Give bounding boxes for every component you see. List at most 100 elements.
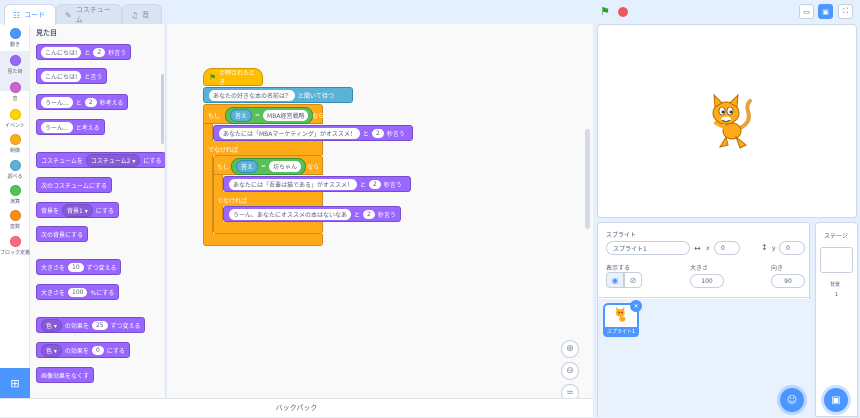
size-field[interactable]: 100 <box>690 274 724 288</box>
secs-input[interactable]: 2 <box>371 128 384 138</box>
small-stage-button[interactable]: ▭ <box>799 4 814 19</box>
green-flag-button[interactable]: ⚑ <box>600 5 610 18</box>
cat-sprite[interactable] <box>708 93 754 151</box>
palette-block-say-for-secs[interactable]: こんにちは! と 2 秒言う <box>36 44 132 60</box>
hide-button[interactable]: ⊘ <box>624 272 642 288</box>
when-flag-clicked-block[interactable]: ⚑ が押されたとき <box>203 68 263 86</box>
say-input[interactable]: うーん、あなたにオススメの本はないなあ <box>229 208 352 220</box>
block-input[interactable]: こんにちは! <box>41 70 82 82</box>
tab-costumes[interactable]: ✎ コスチューム <box>56 4 122 25</box>
add-sprite-icon: ☺ <box>786 394 798 406</box>
backdrops-label: 背景 <box>830 282 841 288</box>
block-dropdown[interactable]: コスチューム2 ▾ <box>85 153 141 167</box>
motion-dot-icon <box>9 28 21 39</box>
block-input[interactable]: うーん... <box>41 121 73 133</box>
x-arrows-icon: ↔ <box>694 244 701 253</box>
answer-reporter[interactable]: 答え <box>230 109 253 122</box>
equals-operator-1[interactable]: 答え = MBA経営戦略 <box>225 107 314 124</box>
delete-sprite-button[interactable]: ✕ <box>630 300 642 312</box>
block-text: ずつ変える <box>86 264 117 272</box>
block-input[interactable]: 2 <box>93 47 106 57</box>
sound-dot-icon <box>9 82 21 93</box>
say-for-secs-block-3[interactable]: うーん、あなたにオススメの本はないなあ と 2 秒言う <box>223 206 401 222</box>
palette-block-set-effect[interactable]: 色 ▾ の効果を 0 にする <box>36 342 130 358</box>
zoom-in-button[interactable]: ⊕ <box>561 340 579 358</box>
zoom-reset-button[interactable]: = <box>561 384 579 398</box>
block-input[interactable]: こんにちは! <box>41 46 82 58</box>
say-and: と <box>362 130 369 138</box>
tab-code[interactable]: ☷ コード <box>4 4 56 25</box>
backpack[interactable]: バックパック <box>0 398 593 417</box>
stage-thumbnail[interactable] <box>820 247 853 273</box>
answer-reporter[interactable]: 答え <box>236 160 259 173</box>
say-suffix: 秒言う <box>377 211 396 219</box>
palette-block-think[interactable]: うーん... と考える <box>36 119 105 135</box>
block-dropdown[interactable]: 色 ▾ <box>41 318 62 332</box>
block-text: にする <box>95 207 114 215</box>
zoom-out-button[interactable]: ⊖ <box>561 362 579 380</box>
block-dropdown[interactable]: 背景1 ▾ <box>62 203 93 217</box>
block-input[interactable]: 0 <box>91 345 104 355</box>
tab-code-label: コード <box>24 11 46 19</box>
stage-target-panel[interactable]: ステージ 背景 1 ▣ <box>815 222 858 417</box>
ask-input[interactable]: あなたの好きな本の名前は？ <box>209 89 296 101</box>
equals-operator-2[interactable]: 答え = 坊ちゃん <box>231 158 307 175</box>
add-extension-button[interactable]: ⊞ <box>0 368 30 398</box>
secs-input[interactable]: 2 <box>368 179 381 189</box>
control-dot-icon <box>9 134 21 145</box>
script-area[interactable]: ⚑ が押されたとき あなたの好きな本の名前は？ と聞いて待つ もし 答え = M… <box>167 24 593 398</box>
show-button[interactable]: ◉ <box>606 272 624 288</box>
block-input[interactable]: 10 <box>68 262 84 272</box>
stop-button[interactable] <box>618 7 628 17</box>
category-label: 見た目 <box>7 69 23 75</box>
fullscreen-button[interactable]: ⛶ <box>838 4 853 19</box>
choose-backdrop-button[interactable]: ▣ <box>824 388 848 412</box>
block-text: の効果を <box>64 322 89 330</box>
sprite-info: スプライト スプライト1 ↔ x 0 ↕ y 0 表示する ◉ ⊘ 大きさ 10… <box>598 223 811 298</box>
script-scrollbar[interactable] <box>585 129 590 229</box>
brush-icon: ✎ <box>65 10 72 20</box>
fullscreen-icon: ⛶ <box>843 7 848 15</box>
palette-block-switch-costume[interactable]: コスチュームを コスチューム2 ▾ にする <box>36 152 165 168</box>
block-text: にする <box>106 347 125 355</box>
compare-input[interactable]: 坊ちゃん <box>269 161 302 172</box>
block-input[interactable]: 2 <box>84 97 97 107</box>
add-backdrop-icon: ▣ <box>831 394 841 406</box>
category-my-blocks[interactable]: ブロック定義 <box>0 232 30 272</box>
ask-and-wait-block[interactable]: あなたの好きな本の名前は？ と聞いて待つ <box>203 87 353 103</box>
secs-input[interactable]: 2 <box>363 209 375 219</box>
events-dot-icon <box>9 109 21 120</box>
tab-sounds[interactable]: ♫ 音 <box>122 4 162 25</box>
compare-input[interactable]: MBA経営戦略 <box>263 110 309 121</box>
palette-block-change-effect[interactable]: 色 ▾ の効果を 25 ずつ変える <box>36 317 146 333</box>
x-field[interactable]: 0 <box>714 241 740 255</box>
block-input[interactable]: うーん... <box>41 96 73 108</box>
eye-off-icon: ⊘ <box>629 275 637 285</box>
palette-block-switch-backdrop[interactable]: 背景を 背景1 ▾ にする <box>36 202 119 218</box>
sprite-thumbnail[interactable]: スプライト1 ✕ <box>603 300 642 337</box>
say-input[interactable]: あなたには「MBAマーケティング」がオススメ！ <box>219 127 360 139</box>
palette-block-next-costume[interactable]: 次のコスチュームにする <box>36 177 112 193</box>
block-input[interactable]: 100 <box>68 287 88 297</box>
sprite-name-field[interactable]: スプライト1 <box>606 241 690 255</box>
block-input[interactable]: 25 <box>91 320 108 330</box>
say-for-secs-block-2[interactable]: あなたには「吾輩は猫である」がオススメ！ と 2 秒言う <box>223 176 411 192</box>
stage[interactable] <box>597 24 857 218</box>
say-for-secs-block-1[interactable]: あなたには「MBAマーケティング」がオススメ！ と 2 秒言う <box>213 125 413 141</box>
block-dropdown[interactable]: 色 ▾ <box>41 343 62 357</box>
palette-block-set-size[interactable]: 大きさを 100 %にする <box>36 284 120 300</box>
palette-block-say[interactable]: こんにちは! と言う <box>36 68 108 84</box>
category-menu: 動き 見た目 音 イベント 制御 調べる 演算 変数 ブロック定義 <box>0 24 30 368</box>
say-input[interactable]: あなたには「吾輩は猫である」がオススメ！ <box>229 178 357 190</box>
palette-block-change-size[interactable]: 大きさを 10 ずつ変える <box>36 259 122 275</box>
category-label: 音 <box>12 96 18 102</box>
y-field[interactable]: 0 <box>779 241 805 255</box>
palette-block-clear-effects[interactable]: 画像効果をなくす <box>36 367 95 383</box>
palette-block-think-for-secs[interactable]: うーん... と 2 秒考える <box>36 94 129 110</box>
choose-sprite-button[interactable]: ☺ <box>780 388 804 412</box>
direction-field[interactable]: 90 <box>771 274 805 288</box>
large-stage-button[interactable]: ▣ <box>818 4 833 19</box>
block-text: 次の背景にする <box>41 231 84 239</box>
palette-scrollbar[interactable] <box>161 74 164 144</box>
palette-block-next-backdrop[interactable]: 次の背景にする <box>36 226 89 242</box>
